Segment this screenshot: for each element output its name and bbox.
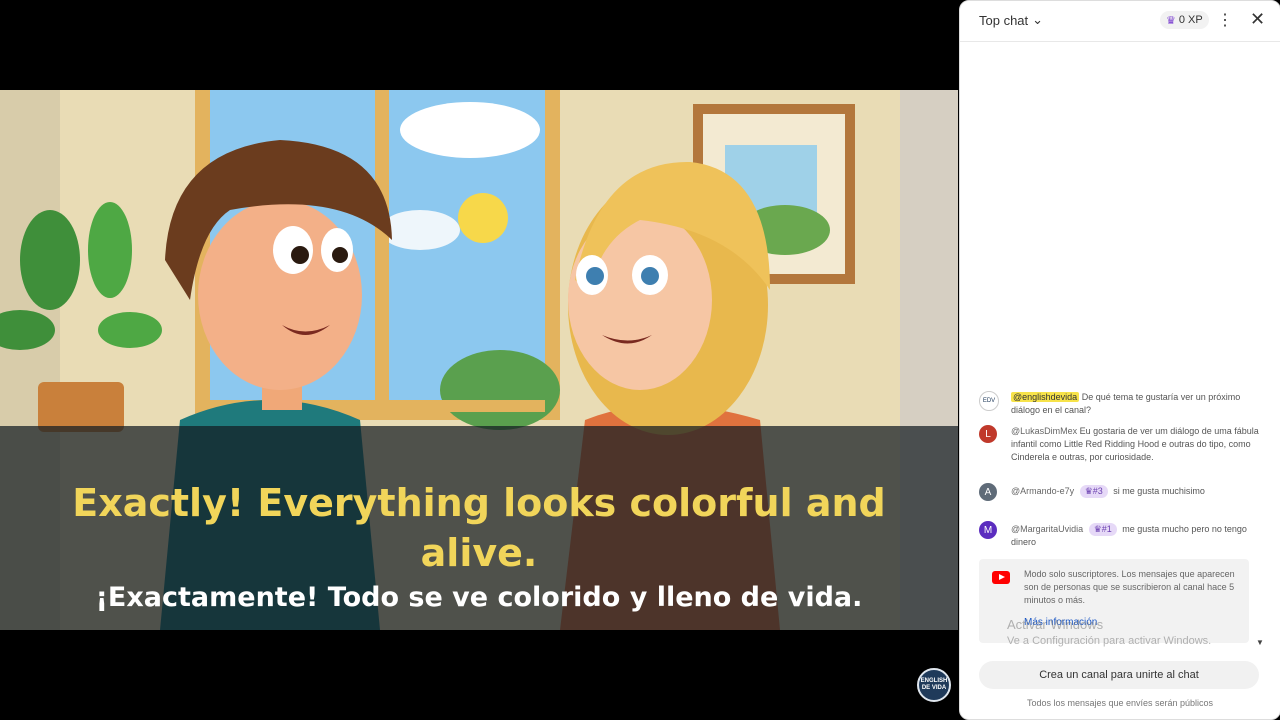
avatar[interactable]: M [979,521,997,539]
windows-activation-hint: Ve a Configuración para activar Windows. [1007,635,1212,647]
subtitle-spanish: ¡Exactamente! Todo se ve colorido y llen… [95,582,863,613]
more-options-icon[interactable]: ⋮ [1217,10,1233,30]
xp-label: 0 XP [1178,14,1203,26]
youtube-icon [992,571,1010,584]
subtitle-english: Exactly! Everything looks colorful and a… [72,481,886,575]
close-icon[interactable]: ✕ [1250,9,1265,30]
message-text: si me gusta muchisimo [1113,486,1205,496]
create-channel-button[interactable]: Crea un canal para unirte al chat [979,661,1259,689]
crown-icon: ♛ [1084,486,1093,496]
avatar[interactable]: EDV [979,391,999,411]
message-author[interactable]: @Armando-e7y [1011,486,1074,496]
channel-logo[interactable]: ENGLISH DE VIDA [917,668,951,702]
avatar[interactable]: A [979,483,997,501]
scroll-down-icon[interactable]: ▼ [1256,638,1264,647]
windows-activation-watermark: Activar Windows [1007,617,1104,632]
avatar[interactable]: L [979,425,997,443]
notice-text: Modo solo suscriptores. Los mensajes que… [1024,569,1235,605]
member-badge: ♛#3 [1079,485,1108,498]
member-badge: ♛#1 [1088,523,1117,536]
chat-mode-dropdown[interactable]: Top chat ⌄ [979,12,1043,28]
message-author[interactable]: @englishdevida [1011,392,1080,402]
public-messages-note: Todos los mensajes que envíes serán públ… [1026,698,1214,708]
message-author[interactable]: @LukasDimMex [1011,426,1077,436]
xp-badge[interactable]: ♛ 0 XP [1160,11,1209,29]
chat-mode-label: Top chat [979,12,1029,28]
chat-header: Top chat ⌄ ♛ 0 XP ⋮ ✕ [960,1,1280,42]
crown-icon: ♛ [1166,14,1176,27]
video-player[interactable]: Exactly! Everything looks colorful and a… [0,0,958,720]
chevron-down-icon: ⌄ [1032,12,1044,27]
live-chat-panel: Top chat ⌄ ♛ 0 XP ⋮ ✕ EDV @englishdevida… [959,0,1280,720]
crown-icon: ♛ [1093,524,1102,534]
message-author[interactable]: @MargaritaUvidia [1011,524,1083,534]
